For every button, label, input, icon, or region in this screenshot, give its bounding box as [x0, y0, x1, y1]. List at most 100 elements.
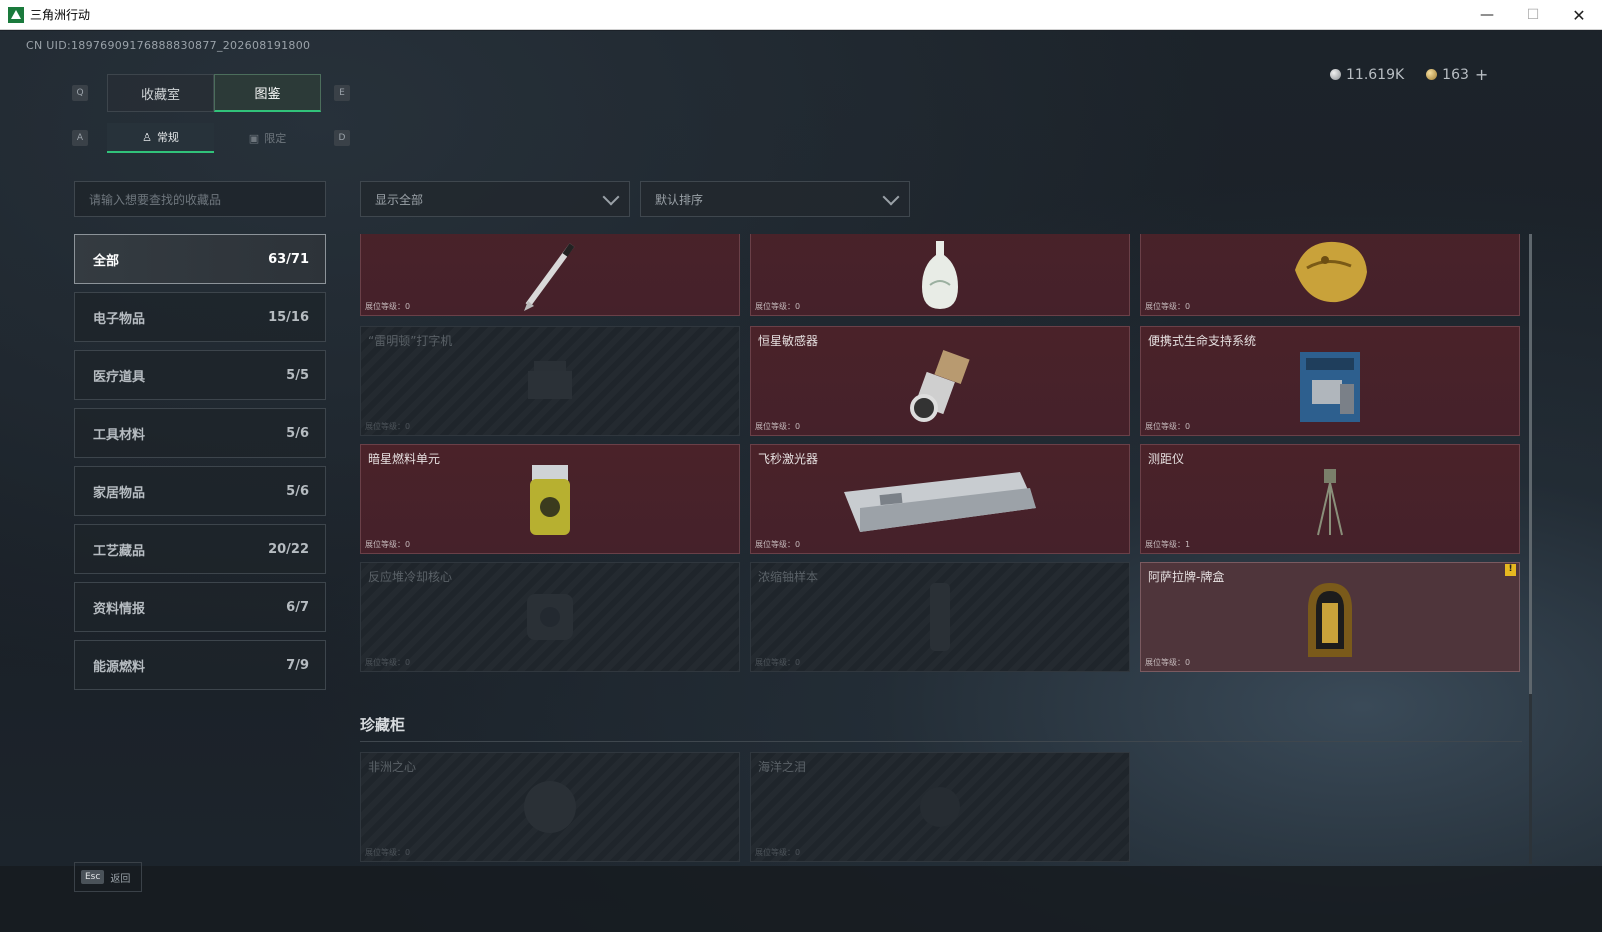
category-count: 63/71: [268, 251, 309, 267]
category-electronics[interactable]: 电子物品 15/16: [74, 292, 326, 342]
image-icon: ▣: [248, 131, 260, 145]
currency-panel: 11.619K 163 +: [1330, 65, 1488, 84]
item-level: 展位等级：0: [1145, 302, 1191, 311]
item-card[interactable]: 展位等级：0: [750, 234, 1130, 316]
category-all[interactable]: 全部 63/71: [74, 234, 326, 284]
category-tools[interactable]: 工具材料 5/6: [74, 408, 326, 458]
category-label: 电子物品: [93, 311, 146, 327]
item-name: 非洲之心: [368, 760, 417, 774]
category-crafts[interactable]: 工艺藏品 20/22: [74, 524, 326, 574]
item-card[interactable]: 便携式生命支持系统 展位等级：0: [1140, 326, 1520, 436]
item-name: “雷明顿”打字机: [368, 334, 453, 348]
item-level: 展位等级：0: [755, 658, 801, 667]
item-card[interactable]: 阿萨拉牌-牌盒 ! 展位等级：0: [1140, 562, 1520, 672]
sort-dropdown-label: 默认排序: [655, 192, 704, 207]
item-name: 飞秒激光器: [758, 452, 819, 466]
tab-collection-room[interactable]: 收藏室: [107, 74, 214, 112]
filter-dropdown-label: 显示全部: [375, 192, 424, 207]
bottom-bar: [0, 866, 1602, 932]
item-card[interactable]: 测距仪 展位等级：1: [1140, 444, 1520, 554]
category-energy[interactable]: 能源燃料 7/9: [74, 640, 326, 690]
life-support-icon: [1300, 352, 1360, 423]
new-badge: !: [1505, 564, 1516, 576]
category-label: 医疗道具: [93, 369, 146, 385]
hotkey-a: A: [72, 130, 88, 146]
category-count: 7/9: [286, 657, 309, 673]
vase-icon: [922, 240, 958, 309]
sub-tabs: ♙ 常规 ▣ 限定: [107, 123, 321, 153]
item-level: 展位等级：0: [755, 540, 801, 549]
category-label: 工艺藏品: [93, 543, 146, 559]
minimize-button[interactable]: —: [1464, 0, 1510, 30]
rangefinder-icon: [1317, 469, 1343, 536]
item-level: 展位等级：0: [365, 540, 411, 549]
tab-catalog[interactable]: 图鉴: [214, 74, 321, 112]
back-button[interactable]: Esc 返回: [74, 862, 142, 892]
silver-coin-icon: [1330, 69, 1341, 80]
tab-regular-label: 常规: [156, 131, 179, 144]
item-card[interactable]: “雷明顿”打字机 展位等级：0: [360, 326, 740, 436]
item-card[interactable]: 恒星敏感器 展位等级：0: [750, 326, 1130, 436]
category-count: 15/16: [268, 309, 309, 325]
golden-statue-icon: [1295, 242, 1367, 303]
item-level: 展位等级：0: [365, 422, 411, 431]
item-card[interactable]: 浓缩铀样本 展位等级：0: [750, 562, 1130, 672]
item-level: 展位等级：0: [365, 658, 411, 667]
window-title: 三角洲行动: [30, 8, 91, 22]
chevron-down-icon: [882, 188, 900, 206]
item-name: 浓缩铀样本: [758, 570, 819, 584]
category-count: 20/22: [268, 541, 309, 557]
uranium-icon: [930, 583, 950, 651]
category-label: 全部: [93, 253, 120, 269]
category-medical[interactable]: 医疗道具 5/5: [74, 350, 326, 400]
diamond-icon: [524, 781, 576, 833]
back-label: 返回: [110, 873, 131, 885]
category-label: 资料情报: [93, 601, 146, 617]
search-input[interactable]: 请输入想要查找的收藏品: [74, 181, 326, 217]
category-label: 家居物品: [93, 485, 146, 501]
item-card[interactable]: 展位等级：0: [1140, 234, 1520, 316]
tab-regular[interactable]: ♙ 常规: [107, 123, 214, 153]
item-card[interactable]: 反应堆冷却核心 展位等级：0: [360, 562, 740, 672]
silver-balance: 11.619K: [1346, 66, 1405, 83]
filter-dropdown[interactable]: 显示全部: [360, 181, 630, 217]
item-level: 展位等级：0: [755, 302, 801, 311]
item-level: 展位等级：0: [755, 848, 801, 857]
category-list: 全部 63/71 电子物品 15/16 医疗道具 5/5 工具材料 5/6 家居…: [74, 234, 326, 698]
add-currency-button[interactable]: +: [1475, 65, 1488, 84]
tab-limited-label: 限定: [264, 132, 287, 145]
category-household[interactable]: 家居物品 5/6: [74, 466, 326, 516]
item-level: 展位等级：0: [365, 302, 411, 311]
fuel-cell-icon: [530, 465, 570, 536]
scrollbar-thumb[interactable]: [1529, 234, 1532, 694]
item-level: 展位等级：0: [1145, 422, 1191, 431]
game-screen: CN UID:18976909176888830877_202608191800…: [0, 31, 1602, 932]
item-level: 展位等级：0: [365, 848, 411, 857]
tab-limited[interactable]: ▣ 限定: [214, 123, 321, 153]
sort-dropdown[interactable]: 默认排序: [640, 181, 910, 217]
item-name: 测距仪: [1148, 452, 1185, 466]
gold-coin-icon: [1426, 69, 1438, 80]
item-name: 便携式生命支持系统: [1148, 334, 1257, 348]
item-card[interactable]: 展位等级：0: [360, 234, 740, 316]
category-count: 5/6: [286, 425, 309, 441]
hotkey-e: E: [334, 85, 350, 101]
showcase-card[interactable]: 非洲之心 展位等级：0: [360, 752, 740, 862]
category-intel[interactable]: 资料情报 6/7: [74, 582, 326, 632]
close-button[interactable]: ✕: [1556, 0, 1602, 30]
reactor-core-icon: [527, 594, 573, 640]
category-label: 工具材料: [93, 427, 146, 443]
star-sensor-icon: [910, 350, 970, 423]
item-name: 阿萨拉牌-牌盒: [1148, 570, 1225, 584]
item-level: 展位等级：0: [1145, 658, 1191, 667]
item-card[interactable]: 飞秒激光器 展位等级：0: [750, 444, 1130, 554]
card-box-icon: [1308, 583, 1352, 658]
item-name: 反应堆冷却核心: [368, 570, 453, 584]
section-divider: [360, 741, 1522, 742]
hotkey-d: D: [334, 130, 350, 146]
pearl-icon: [920, 787, 960, 827]
item-card[interactable]: 暗星燃料单元 展位等级：0: [360, 444, 740, 554]
showcase-card[interactable]: 海洋之泪 展位等级：0: [750, 752, 1130, 862]
category-count: 5/6: [286, 483, 309, 499]
maximize-button[interactable]: ☐: [1510, 0, 1556, 30]
